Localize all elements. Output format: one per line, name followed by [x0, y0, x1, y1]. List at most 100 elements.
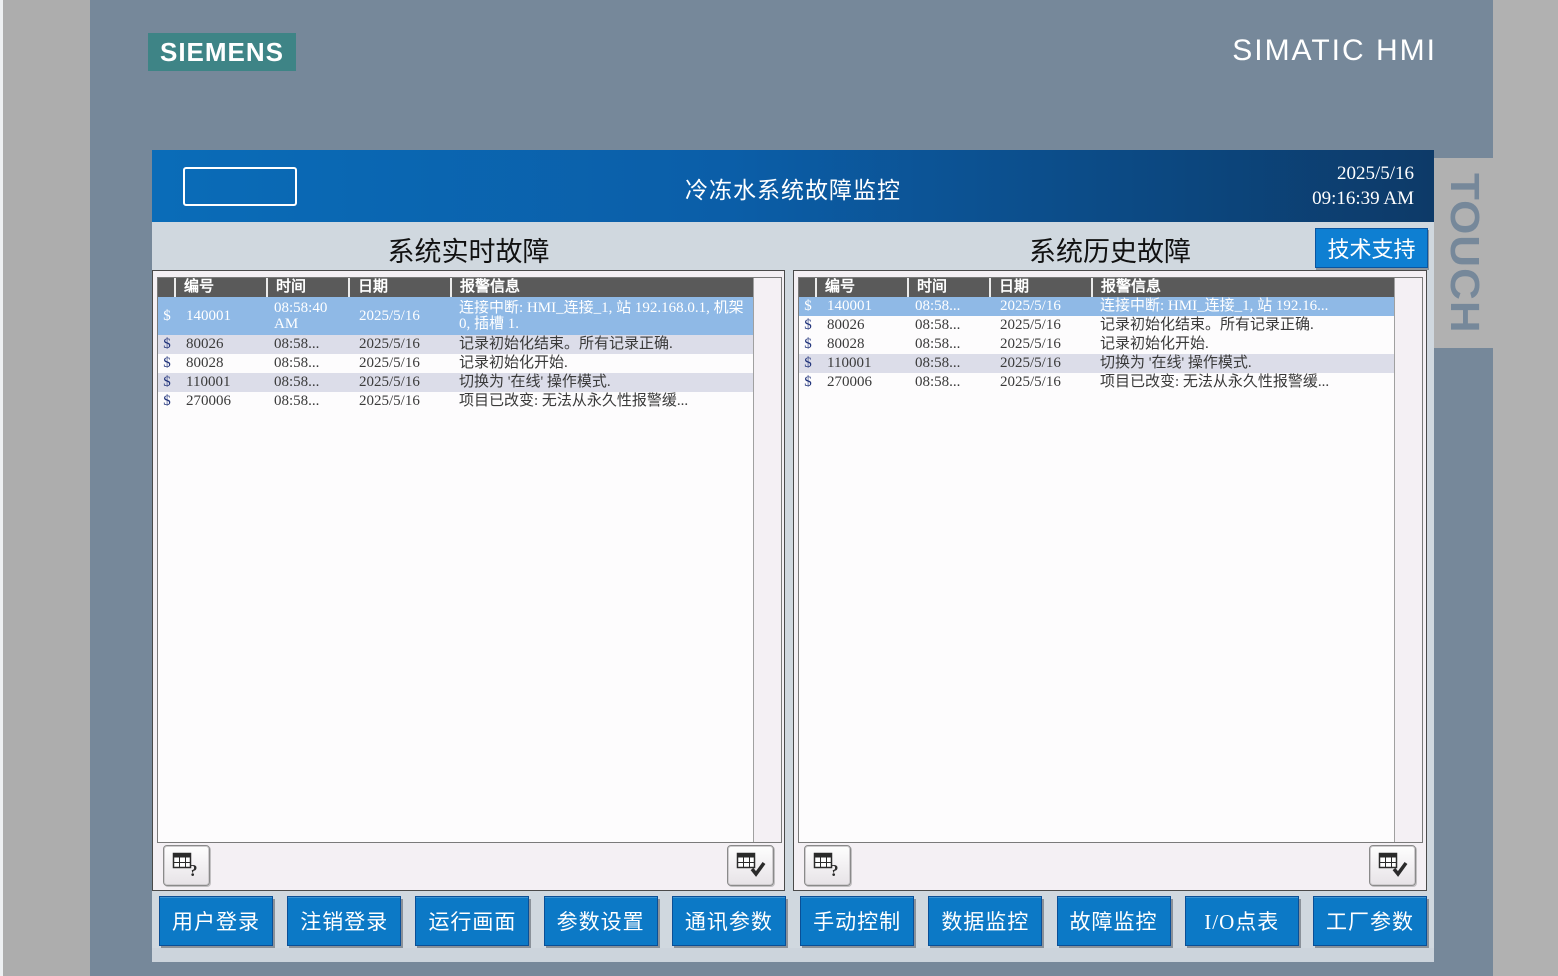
alarm-time: 08:58... — [909, 316, 991, 335]
alarm-message: 切换为 '在线' 操作模式. — [452, 373, 753, 392]
column-header-msg: 报警信息 — [1093, 278, 1394, 297]
alarm-row[interactable]: $ 80026 08:58... 2025/5/16 记录初始化结束。所有记录正… — [158, 335, 753, 354]
nav-button-manual-control[interactable]: 手动控制 — [800, 896, 914, 946]
alarm-date: 2025/5/16 — [991, 335, 1093, 354]
alarm-info-button[interactable]: ? — [163, 845, 210, 886]
alarm-id: 110001 — [176, 373, 268, 392]
nav-button-comm-params[interactable]: 通讯参数 — [672, 896, 786, 946]
simatic-hmi-label: SIMATIC HMI — [1232, 34, 1437, 72]
alarm-message: 连接中断: HMI_连接_1, 站 192.168.0.1, 机架 0, 插槽 … — [452, 300, 753, 332]
alarm-ack-icon — [1378, 851, 1408, 880]
hmi-screen: 冷冻水系统故障监控 2025/5/16 09:16:39 AM 系统实时故障 系… — [152, 150, 1434, 962]
siemens-logo: SIEMENS — [148, 33, 296, 71]
alarm-message: 切换为 '在线' 操作模式. — [1093, 354, 1394, 373]
title-bar: 冷冻水系统故障监控 2025/5/16 09:16:39 AM — [152, 150, 1434, 222]
alarm-row-selected[interactable]: $ 140001 08:58:40 AM 2025/5/16 连接中断: HMI… — [158, 297, 753, 335]
tech-support-button[interactable]: 技术支持 — [1315, 228, 1428, 268]
svg-text:?: ? — [830, 861, 839, 877]
nav-button-user-login[interactable]: 用户登录 — [159, 896, 273, 946]
alarm-row-selected[interactable]: $ 140001 08:58... 2025/5/16 连接中断: HMI_连接… — [799, 297, 1394, 316]
alarm-id: 80026 — [817, 316, 909, 335]
alarm-message: 记录初始化开始. — [1093, 335, 1394, 354]
touch-bezel-patch: TOUCH — [1434, 158, 1493, 348]
alarm-time: 08:58... — [909, 354, 991, 373]
alarm-id: 270006 — [817, 373, 909, 392]
alarm-row[interactable]: $ 80028 08:58... 2025/5/16 记录初始化开始. — [158, 354, 753, 373]
alarm-message: 连接中断: HMI_连接_1, 站 192.16... — [1093, 297, 1394, 316]
page-title: 冷冻水系统故障监控 — [152, 171, 1434, 205]
realtime-section-title: 系统实时故障 — [152, 230, 785, 269]
column-header-id: 编号 — [176, 278, 268, 297]
alarm-time: 08:58... — [909, 335, 991, 354]
alarm-date: 2025/5/16 — [991, 373, 1093, 392]
alarm-state-icon: $ — [799, 297, 817, 316]
nav-button-logout[interactable]: 注销登录 — [287, 896, 401, 946]
alarm-message: 记录初始化结束。所有记录正确. — [1093, 316, 1394, 335]
alarm-row[interactable]: $ 270006 08:58... 2025/5/16 项目已改变: 无法从永久… — [799, 373, 1394, 392]
alarm-table-header: 编号 时间 日期 报警信息 — [158, 278, 753, 297]
alarm-date: 2025/5/16 — [350, 373, 452, 392]
alarm-message: 记录初始化开始. — [452, 354, 753, 373]
alarm-info-icon: ? — [813, 851, 843, 880]
history-grid-body: 编号 时间 日期 报警信息 $ 140001 08:58... 2025/5/1… — [799, 278, 1394, 842]
alarm-time: 08:58:40 AM — [268, 300, 350, 332]
nav-button-factory-params[interactable]: 工厂参数 — [1313, 896, 1427, 946]
alarm-row[interactable]: $ 80026 08:58... 2025/5/16 记录初始化结束。所有记录正… — [799, 316, 1394, 335]
alarm-state-icon: $ — [158, 392, 176, 411]
alarm-row[interactable]: $ 80028 08:58... 2025/5/16 记录初始化开始. — [799, 335, 1394, 354]
nav-button-data-monitor[interactable]: 数据监控 — [928, 896, 1042, 946]
alarm-state-icon: $ — [799, 354, 817, 373]
history-alarm-grid: 编号 时间 日期 报警信息 $ 140001 08:58... 2025/5/1… — [798, 277, 1423, 843]
column-header-time: 时间 — [909, 278, 991, 297]
alarm-id: 80026 — [176, 335, 268, 354]
alarm-id: 140001 — [176, 308, 268, 324]
nav-button-io-table[interactable]: I/O点表 — [1185, 896, 1299, 946]
alarm-date: 2025/5/16 — [350, 335, 452, 354]
history-alarm-panel: 编号 时间 日期 报警信息 $ 140001 08:58... 2025/5/1… — [793, 270, 1427, 891]
alarm-table-header: 编号 时间 日期 报警信息 — [799, 278, 1394, 297]
alarm-row[interactable]: $ 110001 08:58... 2025/5/16 切换为 '在线' 操作模… — [799, 354, 1394, 373]
alarm-state-icon: $ — [158, 335, 176, 354]
alarm-scrollbar[interactable] — [1394, 278, 1422, 842]
alarm-row[interactable]: $ 110001 08:58... 2025/5/16 切换为 '在线' 操作模… — [158, 373, 753, 392]
alarm-state-icon: $ — [158, 308, 176, 324]
alarm-time: 08:58... — [909, 373, 991, 392]
date-value: 2025/5/16 — [1312, 161, 1414, 186]
state-column-header — [799, 278, 817, 297]
realtime-alarm-panel: 编号 时间 日期 报警信息 $ 140001 08:58:40 AM 2025/… — [152, 270, 785, 891]
alarm-date: 2025/5/16 — [991, 297, 1093, 316]
alarm-id: 80028 — [817, 335, 909, 354]
alarm-time: 08:58... — [268, 354, 350, 373]
alarm-scrollbar[interactable] — [753, 278, 781, 842]
realtime-grid-body: 编号 时间 日期 报警信息 $ 140001 08:58:40 AM 2025/… — [158, 278, 753, 842]
state-column-header — [158, 278, 176, 297]
alarm-id: 80028 — [176, 354, 268, 373]
column-header-time: 时间 — [268, 278, 350, 297]
alarm-state-icon: $ — [158, 354, 176, 373]
alarm-state-icon: $ — [799, 316, 817, 335]
alarm-date: 2025/5/16 — [350, 354, 452, 373]
nav-button-param-settings[interactable]: 参数设置 — [544, 896, 658, 946]
datetime-display: 2025/5/16 09:16:39 AM — [1312, 161, 1414, 211]
alarm-info-icon: ? — [172, 851, 202, 880]
alarm-state-icon: $ — [799, 373, 817, 392]
alarm-state-icon: $ — [158, 373, 176, 392]
hmi-panel: SIEMENS SIMATIC HMI TOUCH 冷冻水系统故障监控 2025… — [0, 0, 1558, 976]
alarm-ack-button[interactable] — [727, 845, 774, 886]
alarm-time: 08:58... — [268, 392, 350, 411]
alarm-message: 记录初始化结束。所有记录正确. — [452, 335, 753, 354]
alarm-time: 08:58... — [268, 373, 350, 392]
alarm-date: 2025/5/16 — [350, 392, 452, 411]
bezel-right-strip — [1493, 0, 1558, 976]
realtime-alarm-grid: 编号 时间 日期 报警信息 $ 140001 08:58:40 AM 2025/… — [157, 277, 782, 843]
column-header-date: 日期 — [991, 278, 1093, 297]
alarm-row[interactable]: $ 270006 08:58... 2025/5/16 项目已改变: 无法从永久… — [158, 392, 753, 411]
bottom-nav-bar: 用户登录 注销登录 运行画面 参数设置 通讯参数 手动控制 数据监控 故障监控 … — [152, 896, 1434, 948]
nav-button-run-screen[interactable]: 运行画面 — [415, 896, 529, 946]
alarm-info-button[interactable]: ? — [804, 845, 851, 886]
nav-button-fault-monitor[interactable]: 故障监控 — [1057, 896, 1171, 946]
svg-text:?: ? — [189, 861, 198, 877]
alarm-date: 2025/5/16 — [350, 308, 452, 324]
alarm-ack-button[interactable] — [1369, 845, 1416, 886]
column-header-id: 编号 — [817, 278, 909, 297]
